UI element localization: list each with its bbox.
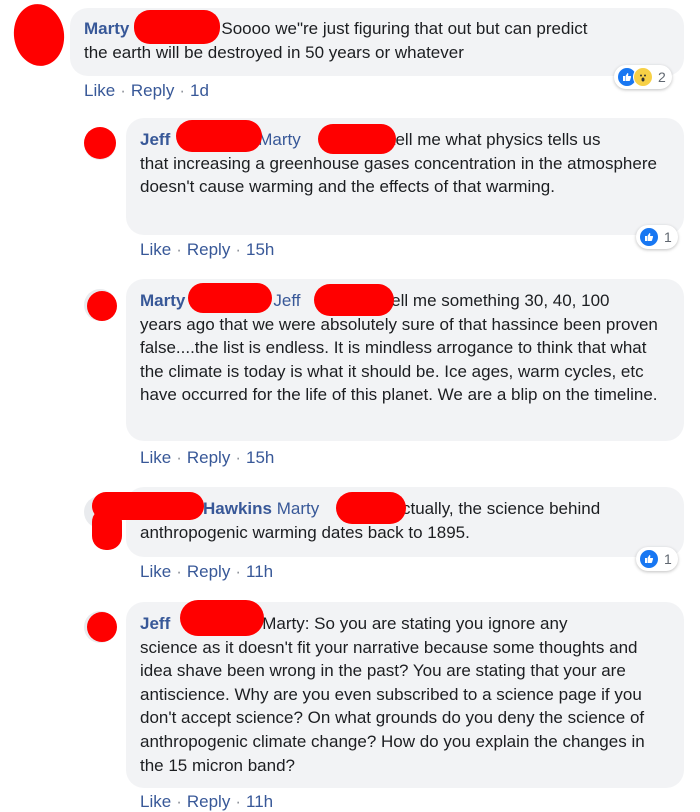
reaction-summary[interactable]: 1	[636, 547, 678, 571]
reply-link[interactable]: Reply	[187, 448, 230, 467]
timestamp[interactable]: 11h	[246, 562, 273, 581]
redaction-mark	[318, 124, 396, 154]
comment-actions: Like · Reply · 15h	[140, 448, 275, 467]
reaction-count: 1	[664, 229, 672, 245]
wow-reaction-icon	[633, 67, 653, 87]
redaction-mark	[134, 10, 220, 44]
comment-text: Marty: So you are stating you ignore any	[262, 614, 568, 633]
comment-author[interactable]: Hawkins	[203, 499, 272, 518]
reaction-summary[interactable]: 2	[614, 65, 672, 89]
redaction-mark	[180, 600, 264, 636]
redaction-mark	[87, 612, 117, 642]
comment-bubble: Hawkins Marty r Actually, the science beh…	[126, 487, 684, 557]
redaction-mark	[188, 283, 272, 313]
like-link[interactable]: Like	[84, 81, 115, 100]
like-link[interactable]: Like	[140, 240, 171, 259]
like-link[interactable]: Like	[140, 448, 171, 467]
comment-text: that increasing a greenhouse gases conce…	[140, 153, 657, 197]
redaction-mark	[9, 0, 69, 70]
reply-link[interactable]: Reply	[131, 81, 174, 100]
comment-text: Soooo we"re just figuring that out but c…	[221, 19, 588, 38]
comment-text: anthropogenic warming dates back to 1895…	[140, 522, 470, 542]
comment-actions: Like · Reply · 11h	[140, 562, 274, 581]
comment-author[interactable]: Jeff	[140, 130, 170, 149]
comment-text: tell me what physics tells us	[390, 130, 601, 149]
redaction-mark	[314, 284, 394, 316]
reply-link[interactable]: Reply	[187, 562, 230, 581]
timestamp[interactable]: 15h	[246, 448, 274, 467]
mention-link[interactable]: Jeff	[273, 291, 300, 310]
comment-actions: Like · Reply · 15h	[140, 240, 275, 259]
comment-author[interactable]: Jeff	[140, 614, 170, 633]
redaction-mark	[87, 291, 117, 321]
timestamp[interactable]: 1d	[190, 81, 209, 100]
redaction-mark	[176, 120, 262, 152]
comment-actions: Like · Reply · 1d	[84, 81, 209, 100]
mention-link[interactable]: Marty	[277, 499, 320, 518]
timestamp[interactable]: 15h	[246, 240, 274, 259]
reaction-summary[interactable]: 1	[636, 225, 678, 249]
reply-link[interactable]: Reply	[187, 240, 230, 259]
comment-text: the earth will be destroyed in 50 years …	[84, 42, 464, 62]
comment-author[interactable]: Marty	[140, 291, 185, 310]
like-reaction-icon	[639, 227, 659, 247]
redaction-mark	[84, 127, 116, 159]
redaction-mark	[336, 492, 406, 524]
comment-text: r Actually, the science behind	[381, 499, 601, 518]
redaction-mark	[92, 508, 122, 550]
comment-author[interactable]: Marty	[84, 19, 129, 38]
comment-text: tell me something 30, 40, 100	[386, 291, 610, 310]
reaction-count: 2	[658, 69, 666, 85]
like-link[interactable]: Like	[140, 562, 171, 581]
mention-link[interactable]: Marty	[258, 130, 301, 149]
comment-text: years ago that we were absolutely sure o…	[140, 314, 658, 405]
comment-text: science as it doesn't fit your narrative…	[140, 637, 645, 775]
like-reaction-icon	[639, 549, 659, 569]
comment-actions: Like · Reply · 11h	[140, 792, 274, 811]
reaction-count: 1	[664, 551, 672, 567]
